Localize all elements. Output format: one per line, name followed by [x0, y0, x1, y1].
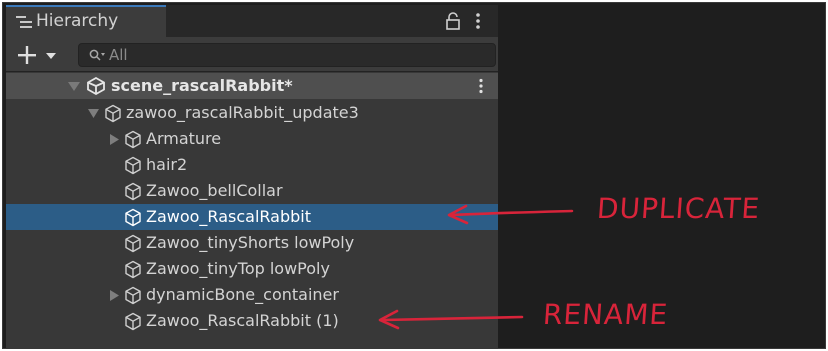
- collapsed-arrow-icon[interactable]: [110, 290, 119, 301]
- gameobject-cube-icon: [125, 208, 141, 227]
- scene-header[interactable]: scene_rascalRabbit*: [6, 73, 498, 99]
- hierarchy-item-armature[interactable]: Armature: [6, 126, 498, 152]
- hierarchy-item-zawoo-rascalrabbit-update3[interactable]: zawoo_rascalRabbit_update3: [6, 100, 498, 126]
- hierarchy-list-icon: [16, 16, 32, 28]
- search-field[interactable]: [78, 43, 496, 67]
- item-label: zawoo_rascalRabbit_update3: [126, 103, 359, 122]
- item-label: Zawoo_RascalRabbit: [146, 207, 311, 226]
- hierarchy-item-zawoo-bellcollar[interactable]: Zawoo_bellCollar: [6, 178, 498, 204]
- item-label: Zawoo_RascalRabbit (1): [146, 311, 339, 330]
- expand-arrow-icon[interactable]: [88, 109, 99, 118]
- tab-bar: Hierarchy: [6, 5, 498, 37]
- item-label: hair2: [146, 155, 188, 174]
- scene-menu-icon[interactable]: [477, 78, 485, 94]
- hierarchy-item-zawoo-rascalrabbit-1[interactable]: Zawoo_RascalRabbit (1): [6, 308, 498, 334]
- panel-menu-icon[interactable]: [474, 12, 482, 30]
- item-label: dynamicBone_container: [146, 285, 339, 304]
- gameobject-cube-icon: [125, 312, 141, 331]
- hierarchy-item-zawoo-tinyshorts-lowpoly[interactable]: Zawoo_tinyShorts lowPoly: [6, 230, 498, 256]
- scene-fold-arrow-icon[interactable]: [68, 82, 80, 91]
- duplicate-annotation: DUPLICATE: [595, 192, 762, 225]
- gameobject-cube-icon: [125, 260, 141, 279]
- hierarchy-panel: Hierarchy All scene_rascalRabbit* zawoo_…: [6, 5, 498, 349]
- gameobject-cube-icon: [125, 234, 141, 253]
- unity-scene-icon: [87, 77, 105, 95]
- hierarchy-item-zawoo-tinytop-lowpoly[interactable]: Zawoo_tinyTop lowPoly: [6, 256, 498, 282]
- hierarchy-item-zawoo-rascalrabbit[interactable]: Zawoo_RascalRabbit: [6, 204, 498, 230]
- collapsed-arrow-icon[interactable]: [110, 134, 119, 145]
- gameobject-cube-icon: [125, 286, 141, 305]
- scene-name: scene_rascalRabbit*: [111, 76, 293, 95]
- item-label: Armature: [146, 129, 222, 148]
- gameobject-cube-icon: [125, 156, 141, 175]
- gameobject-cube-icon: [125, 130, 141, 149]
- hierarchy-toolbar: [6, 37, 498, 72]
- hierarchy-item-dynamicbone-container[interactable]: dynamicBone_container: [6, 282, 498, 308]
- item-label: Zawoo_tinyShorts lowPoly: [146, 233, 355, 252]
- lock-icon[interactable]: [446, 12, 460, 30]
- tab-hierarchy[interactable]: Hierarchy: [6, 5, 166, 37]
- create-dropdown-button[interactable]: [14, 44, 66, 66]
- item-label: Zawoo_tinyTop lowPoly: [146, 259, 330, 278]
- gameobject-cube-icon: [125, 182, 141, 201]
- search-icon: [89, 49, 105, 61]
- item-label: Zawoo_bellCollar: [146, 181, 283, 200]
- tab-hierarchy-label: Hierarchy: [36, 11, 119, 31]
- gameobject-cube-icon: [105, 104, 121, 123]
- rename-annotation: RENAME: [541, 298, 670, 331]
- search-input[interactable]: [109, 44, 479, 66]
- hierarchy-item-hair2[interactable]: hair2: [6, 152, 498, 178]
